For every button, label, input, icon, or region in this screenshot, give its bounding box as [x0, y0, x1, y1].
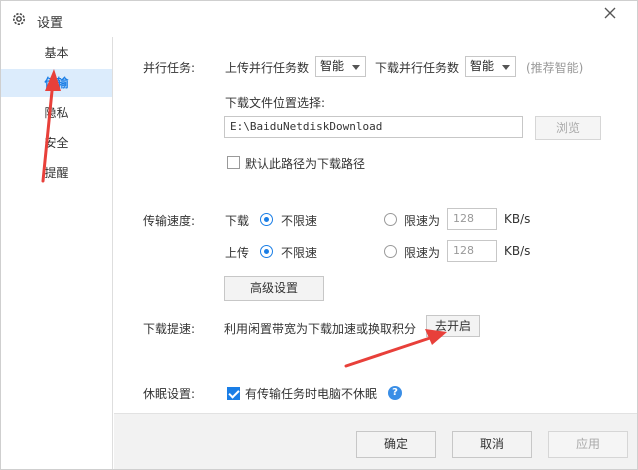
- browse-button[interactable]: 浏览: [535, 116, 601, 140]
- ok-button[interactable]: 确定: [356, 431, 436, 458]
- parallel-hint: (推荐智能): [526, 61, 584, 75]
- prevent-sleep-checkbox[interactable]: [227, 387, 240, 400]
- upload-unlimited-radio[interactable]: [260, 245, 273, 258]
- download-speed-label: 下载: [225, 214, 250, 228]
- transfer-settings-panel: 并行任务: 上传并行任务数 智能 下载并行任务数 智能 (推荐智能) 下载文件位…: [114, 37, 637, 469]
- download-limit-radio[interactable]: [384, 213, 397, 226]
- sidebar-item-reminder[interactable]: 提醒: [1, 159, 112, 187]
- upload-speed-label: 上传: [225, 246, 250, 260]
- advanced-settings-button[interactable]: 高级设置: [224, 276, 324, 301]
- sleep-settings-label: 休眠设置:: [143, 387, 196, 401]
- transfer-speed-label: 传输速度:: [143, 214, 196, 228]
- upload-limit-input[interactable]: 128: [447, 240, 497, 262]
- download-parallel-label: 下载并行任务数: [375, 61, 460, 75]
- chevron-down-icon: [352, 65, 360, 70]
- title-bar: 设置: [1, 1, 637, 37]
- download-location-label: 下载文件位置选择:: [225, 96, 326, 110]
- download-limit-input[interactable]: 128: [447, 208, 497, 230]
- close-icon[interactable]: [603, 6, 617, 20]
- download-parallel-select[interactable]: 智能: [465, 56, 516, 77]
- parallel-tasks-label: 并行任务:: [143, 61, 196, 75]
- upload-unlimited-label: 不限速: [281, 246, 318, 260]
- dialog-footer: 确定 取消 应用: [114, 413, 637, 469]
- upload-limit-label: 限速为: [404, 246, 441, 260]
- download-path-input[interactable]: E:\BaiduNetdiskDownload: [224, 116, 523, 138]
- default-path-checkbox[interactable]: [227, 156, 240, 169]
- window-title: 设置: [37, 16, 64, 31]
- settings-sidebar: 基本 传输 隐私 安全 提醒: [1, 37, 113, 469]
- sidebar-item-security[interactable]: 安全: [1, 129, 112, 157]
- upload-parallel-value: 智能: [320, 59, 345, 73]
- apply-button[interactable]: 应用: [548, 431, 628, 458]
- download-limit-label: 限速为: [404, 214, 441, 228]
- download-limit-unit: KB/s: [504, 212, 531, 226]
- upload-limit-radio[interactable]: [384, 245, 397, 258]
- settings-window: 设置 基本 传输 隐私 安全 提醒 并行任务: 上传并行任务数 智能 下载并行任…: [0, 0, 638, 470]
- download-unlimited-radio[interactable]: [260, 213, 273, 226]
- sidebar-item-basic[interactable]: 基本: [1, 39, 112, 67]
- prevent-sleep-checkbox-label: 有传输任务时电脑不休眠: [245, 387, 378, 401]
- upload-parallel-select[interactable]: 智能: [315, 56, 366, 77]
- download-boost-text: 利用闲置带宽为下载加速或换取积分: [224, 322, 417, 336]
- help-icon[interactable]: ?: [388, 386, 402, 400]
- download-boost-label: 下载提速:: [143, 322, 196, 336]
- chevron-down-icon: [502, 65, 510, 70]
- enable-boost-button[interactable]: 去开启: [426, 315, 480, 337]
- default-path-checkbox-label: 默认此路径为下载路径: [245, 157, 366, 171]
- sidebar-item-privacy[interactable]: 隐私: [1, 99, 112, 127]
- upload-limit-unit: KB/s: [504, 244, 531, 258]
- download-unlimited-label: 不限速: [281, 214, 318, 228]
- download-parallel-value: 智能: [470, 59, 495, 73]
- upload-parallel-label: 上传并行任务数: [225, 61, 310, 75]
- sidebar-item-transfer[interactable]: 传输: [1, 69, 112, 97]
- gear-icon: [13, 13, 25, 25]
- cancel-button[interactable]: 取消: [452, 431, 532, 458]
